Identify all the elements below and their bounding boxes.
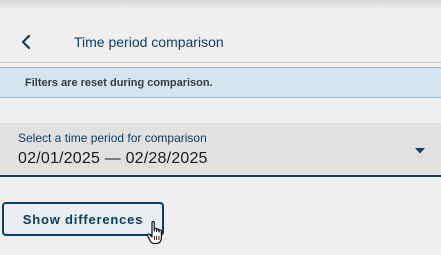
- back-button[interactable]: [16, 32, 36, 52]
- top-shadow: [0, 0, 441, 10]
- page-title: Time period comparison: [74, 34, 224, 50]
- show-differences-label: Show differences: [22, 211, 144, 227]
- time-period-select[interactable]: Select a time period for comparison 02/0…: [0, 123, 441, 177]
- select-label: Select a time period for comparison: [18, 131, 207, 145]
- show-differences-button[interactable]: Show differences: [2, 202, 164, 236]
- panel-header: Time period comparison: [0, 10, 441, 63]
- select-value: 02/01/2025 — 02/28/2025: [18, 150, 208, 167]
- caret-down-icon[interactable]: [414, 147, 426, 155]
- info-notice: Filters are reset during comparison.: [0, 67, 441, 98]
- notice-text: Filters are reset during comparison.: [25, 77, 213, 89]
- hand-pointer-cursor-icon: [146, 220, 162, 245]
- chevron-left-icon: [21, 35, 31, 49]
